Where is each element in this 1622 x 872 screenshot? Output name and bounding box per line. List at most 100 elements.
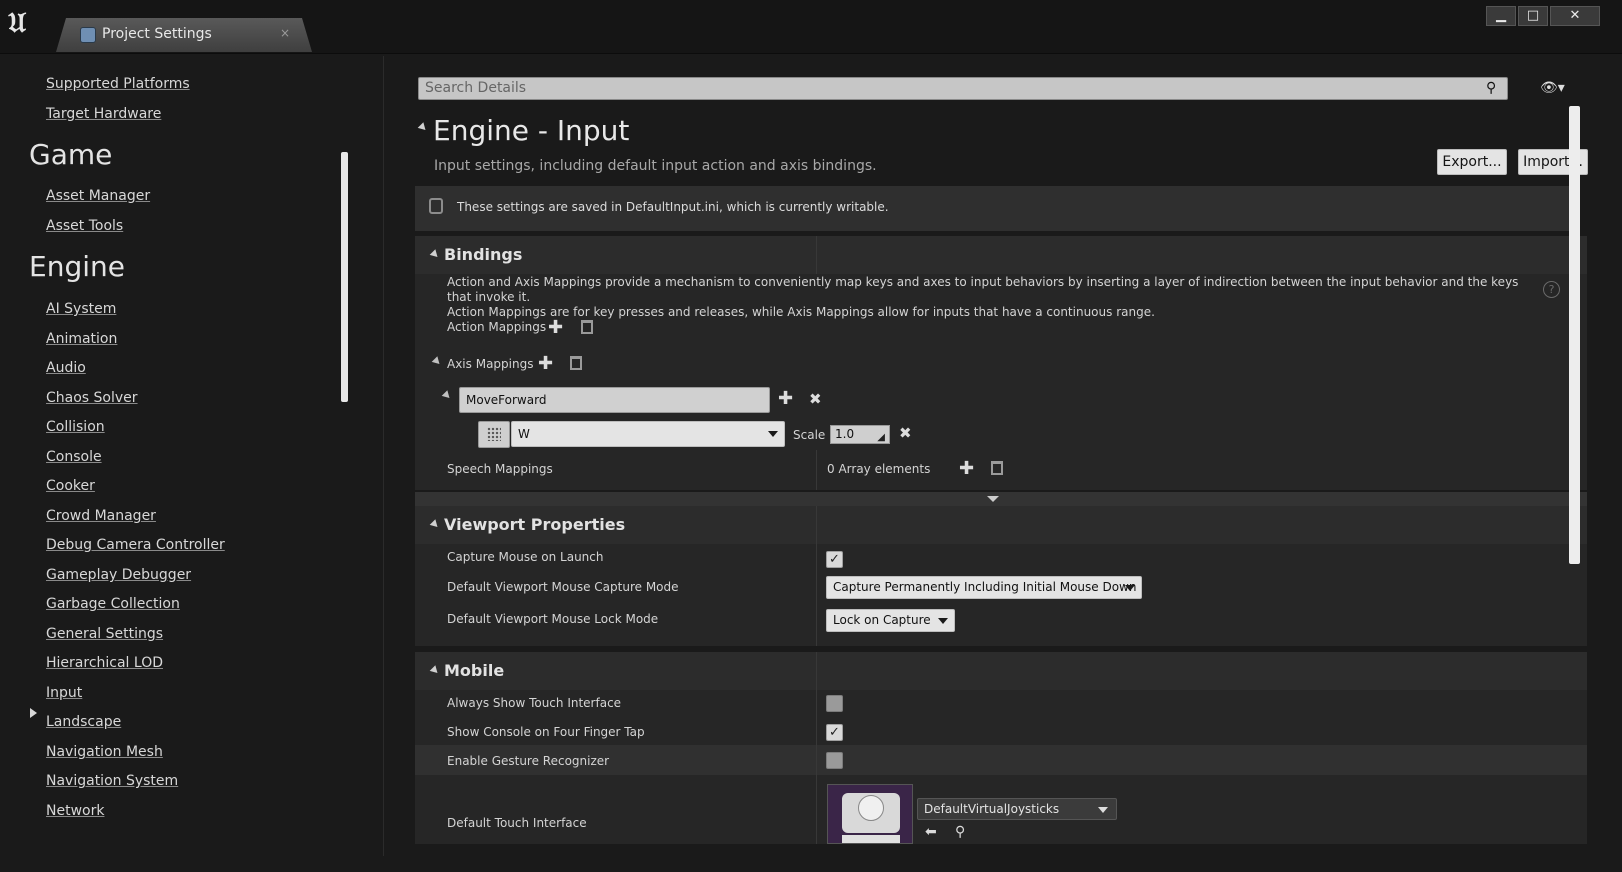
key-dropdown[interactable]: W (511, 421, 785, 447)
joystick-base-icon (842, 835, 900, 843)
action-mappings-label: Action Mappings (447, 320, 547, 334)
export-button[interactable]: Export... (1437, 149, 1507, 175)
sidebar-scrollbar[interactable] (341, 152, 348, 402)
touch-interface-thumbnail[interactable] (827, 784, 913, 844)
sidebar-item-garbage-collection[interactable]: Garbage Collection (46, 596, 180, 612)
lock-mode-dropdown[interactable]: Lock on Capture (826, 609, 955, 632)
sidebar-item-audio[interactable]: Audio (46, 360, 86, 376)
maximize-button[interactable]: □ (1518, 6, 1548, 26)
collapse-arrow-icon (429, 519, 441, 530)
view-options-eye-icon[interactable]: 👁▾ (1540, 80, 1565, 96)
sidebar-item-hierarchical-lod[interactable]: Hierarchical LOD (46, 655, 163, 671)
search-input[interactable]: Search Details ⚲ (418, 77, 1508, 100)
lock-mode-value: Lock on Capture (833, 613, 931, 627)
scale-value: 1.0 (835, 427, 855, 441)
use-selected-arrow-icon[interactable]: ⬅ (925, 824, 937, 840)
remove-key-x-icon[interactable]: ✖ (899, 426, 912, 441)
collapse-arrow-icon[interactable] (417, 122, 429, 133)
viewport-heading: Viewport Properties (444, 515, 626, 534)
tab-label: Project Settings (102, 26, 212, 42)
capture-mode-dropdown[interactable]: Capture Permanently Including Initial Mo… (826, 576, 1142, 599)
capture-mouse-label: Capture Mouse on Launch (447, 550, 604, 564)
sidebar-item-ai-system[interactable]: AI System (46, 301, 116, 317)
sidebar-item-navigation-system[interactable]: Navigation System (46, 773, 178, 789)
keyboard-icon (487, 427, 501, 441)
sidebar-item-console[interactable]: Console (46, 449, 102, 465)
capture-mouse-checkbox[interactable]: ✓ (826, 551, 843, 568)
axis-mappings-label: Axis Mappings (447, 357, 534, 371)
gesture-label: Enable Gesture Recognizer (447, 754, 610, 768)
sidebar-item-gameplay-debugger[interactable]: Gameplay Debugger (46, 567, 191, 583)
sidebar-item-asset-manager[interactable]: Asset Manager (46, 188, 150, 204)
sidebar-item-landscape[interactable]: Landscape (46, 714, 121, 730)
clear-action-mappings-trash-icon[interactable] (581, 320, 593, 334)
sidebar-item-target-hardware[interactable]: Target Hardware (46, 106, 161, 122)
title-bar: 𝔘 Project Settings × ▁ □ ✕ (0, 0, 1622, 54)
mobile-section-header[interactable]: Mobile (415, 652, 1587, 690)
touch-interface-dropdown[interactable]: DefaultVirtualJoysticks (917, 798, 1117, 820)
sidebar-item-debug-camera-controller[interactable]: Debug Camera Controller (46, 537, 225, 553)
sidebar-item-chaos-solver[interactable]: Chaos Solver (46, 390, 138, 406)
gesture-checkbox[interactable] (826, 752, 843, 769)
joystick-knob-icon (858, 795, 884, 821)
capture-mode-value: Capture Permanently Including Initial Mo… (833, 580, 1137, 594)
always-touch-checkbox[interactable] (826, 695, 843, 712)
expand-advanced-icon (987, 496, 999, 502)
remove-axis-mapping-x-icon[interactable]: ✖ (809, 392, 822, 407)
axis-name-input[interactable]: MoveForward (459, 387, 770, 413)
selected-arrow-icon (30, 708, 37, 718)
capture-mode-label: Default Viewport Mouse Capture Mode (447, 580, 679, 594)
close-window-button[interactable]: ✕ (1550, 6, 1600, 26)
clear-axis-mappings-trash-icon[interactable] (570, 356, 582, 370)
minimize-button[interactable]: ▁ (1486, 6, 1516, 26)
sidebar-section-engine: Engine (29, 250, 125, 283)
add-axis-key-plus-icon[interactable]: ✚ (778, 390, 793, 408)
sidebar-item-network[interactable]: Network (46, 803, 104, 819)
browse-search-icon[interactable]: ⚲ (955, 824, 965, 840)
window-controls: ▁ □ ✕ (1486, 6, 1600, 26)
help-icon[interactable]: ? (1543, 281, 1560, 298)
writable-notice: These settings are saved in DefaultInput… (415, 186, 1571, 231)
tab-project-settings[interactable]: Project Settings × (56, 18, 312, 52)
chevron-down-icon (938, 618, 948, 624)
notice-text: These settings are saved in DefaultInput… (457, 200, 889, 214)
bindings-section-header[interactable]: Bindings (415, 236, 1587, 274)
drag-spin-icon[interactable]: ◢ (877, 429, 885, 446)
advanced-expand-bar[interactable] (415, 492, 1587, 506)
sidebar-item-animation[interactable]: Animation (46, 331, 117, 347)
details-scrollbar[interactable] (1569, 106, 1580, 564)
settings-icon (80, 27, 96, 43)
chevron-down-icon (1098, 807, 1108, 813)
key-selector-keyboard-icon[interactable] (478, 421, 510, 448)
sidebar-item-navigation-mesh[interactable]: Navigation Mesh (46, 744, 163, 760)
scale-input[interactable]: 1.0 ◢ (830, 425, 890, 444)
clear-speech-mappings-trash-icon[interactable] (991, 461, 1003, 475)
search-placeholder: Search Details (425, 80, 527, 96)
sidebar-section-game: Game (29, 138, 113, 171)
sidebar-item-general-settings[interactable]: General Settings (46, 626, 163, 642)
add-axis-mapping-plus-icon[interactable]: ✚ (538, 355, 553, 373)
touch-interface-value: DefaultVirtualJoysticks (924, 802, 1060, 816)
chevron-down-icon (768, 431, 778, 437)
sidebar-item-input[interactable]: Input (46, 685, 82, 701)
viewport-section-header[interactable]: Viewport Properties (415, 506, 1587, 544)
key-dropdown-value: W (518, 427, 530, 441)
bindings-heading: Bindings (444, 245, 523, 264)
page-title: Engine - Input (433, 114, 630, 147)
sidebar-item-collision[interactable]: Collision (46, 419, 105, 435)
add-action-mapping-plus-icon[interactable]: ✚ (548, 319, 563, 337)
tab-close-button[interactable]: × (280, 26, 290, 40)
collapse-arrow-icon (429, 249, 441, 260)
console-four-finger-checkbox[interactable]: ✓ (826, 724, 843, 741)
sidebar-item-crowd-manager[interactable]: Crowd Manager (46, 508, 156, 524)
sidebar-item-cooker[interactable]: Cooker (46, 478, 95, 494)
add-speech-mapping-plus-icon[interactable]: ✚ (959, 460, 974, 478)
touch-interface-label: Default Touch Interface (447, 816, 587, 830)
page-subtitle: Input settings, including default input … (434, 158, 877, 174)
panel-divider (383, 56, 384, 856)
sidebar-item-supported-platforms[interactable]: Supported Platforms (46, 76, 190, 92)
column-separator (816, 506, 817, 646)
sidebar-item-asset-tools[interactable]: Asset Tools (46, 218, 123, 234)
column-separator (816, 450, 817, 490)
search-icon: ⚲ (1486, 80, 1497, 96)
